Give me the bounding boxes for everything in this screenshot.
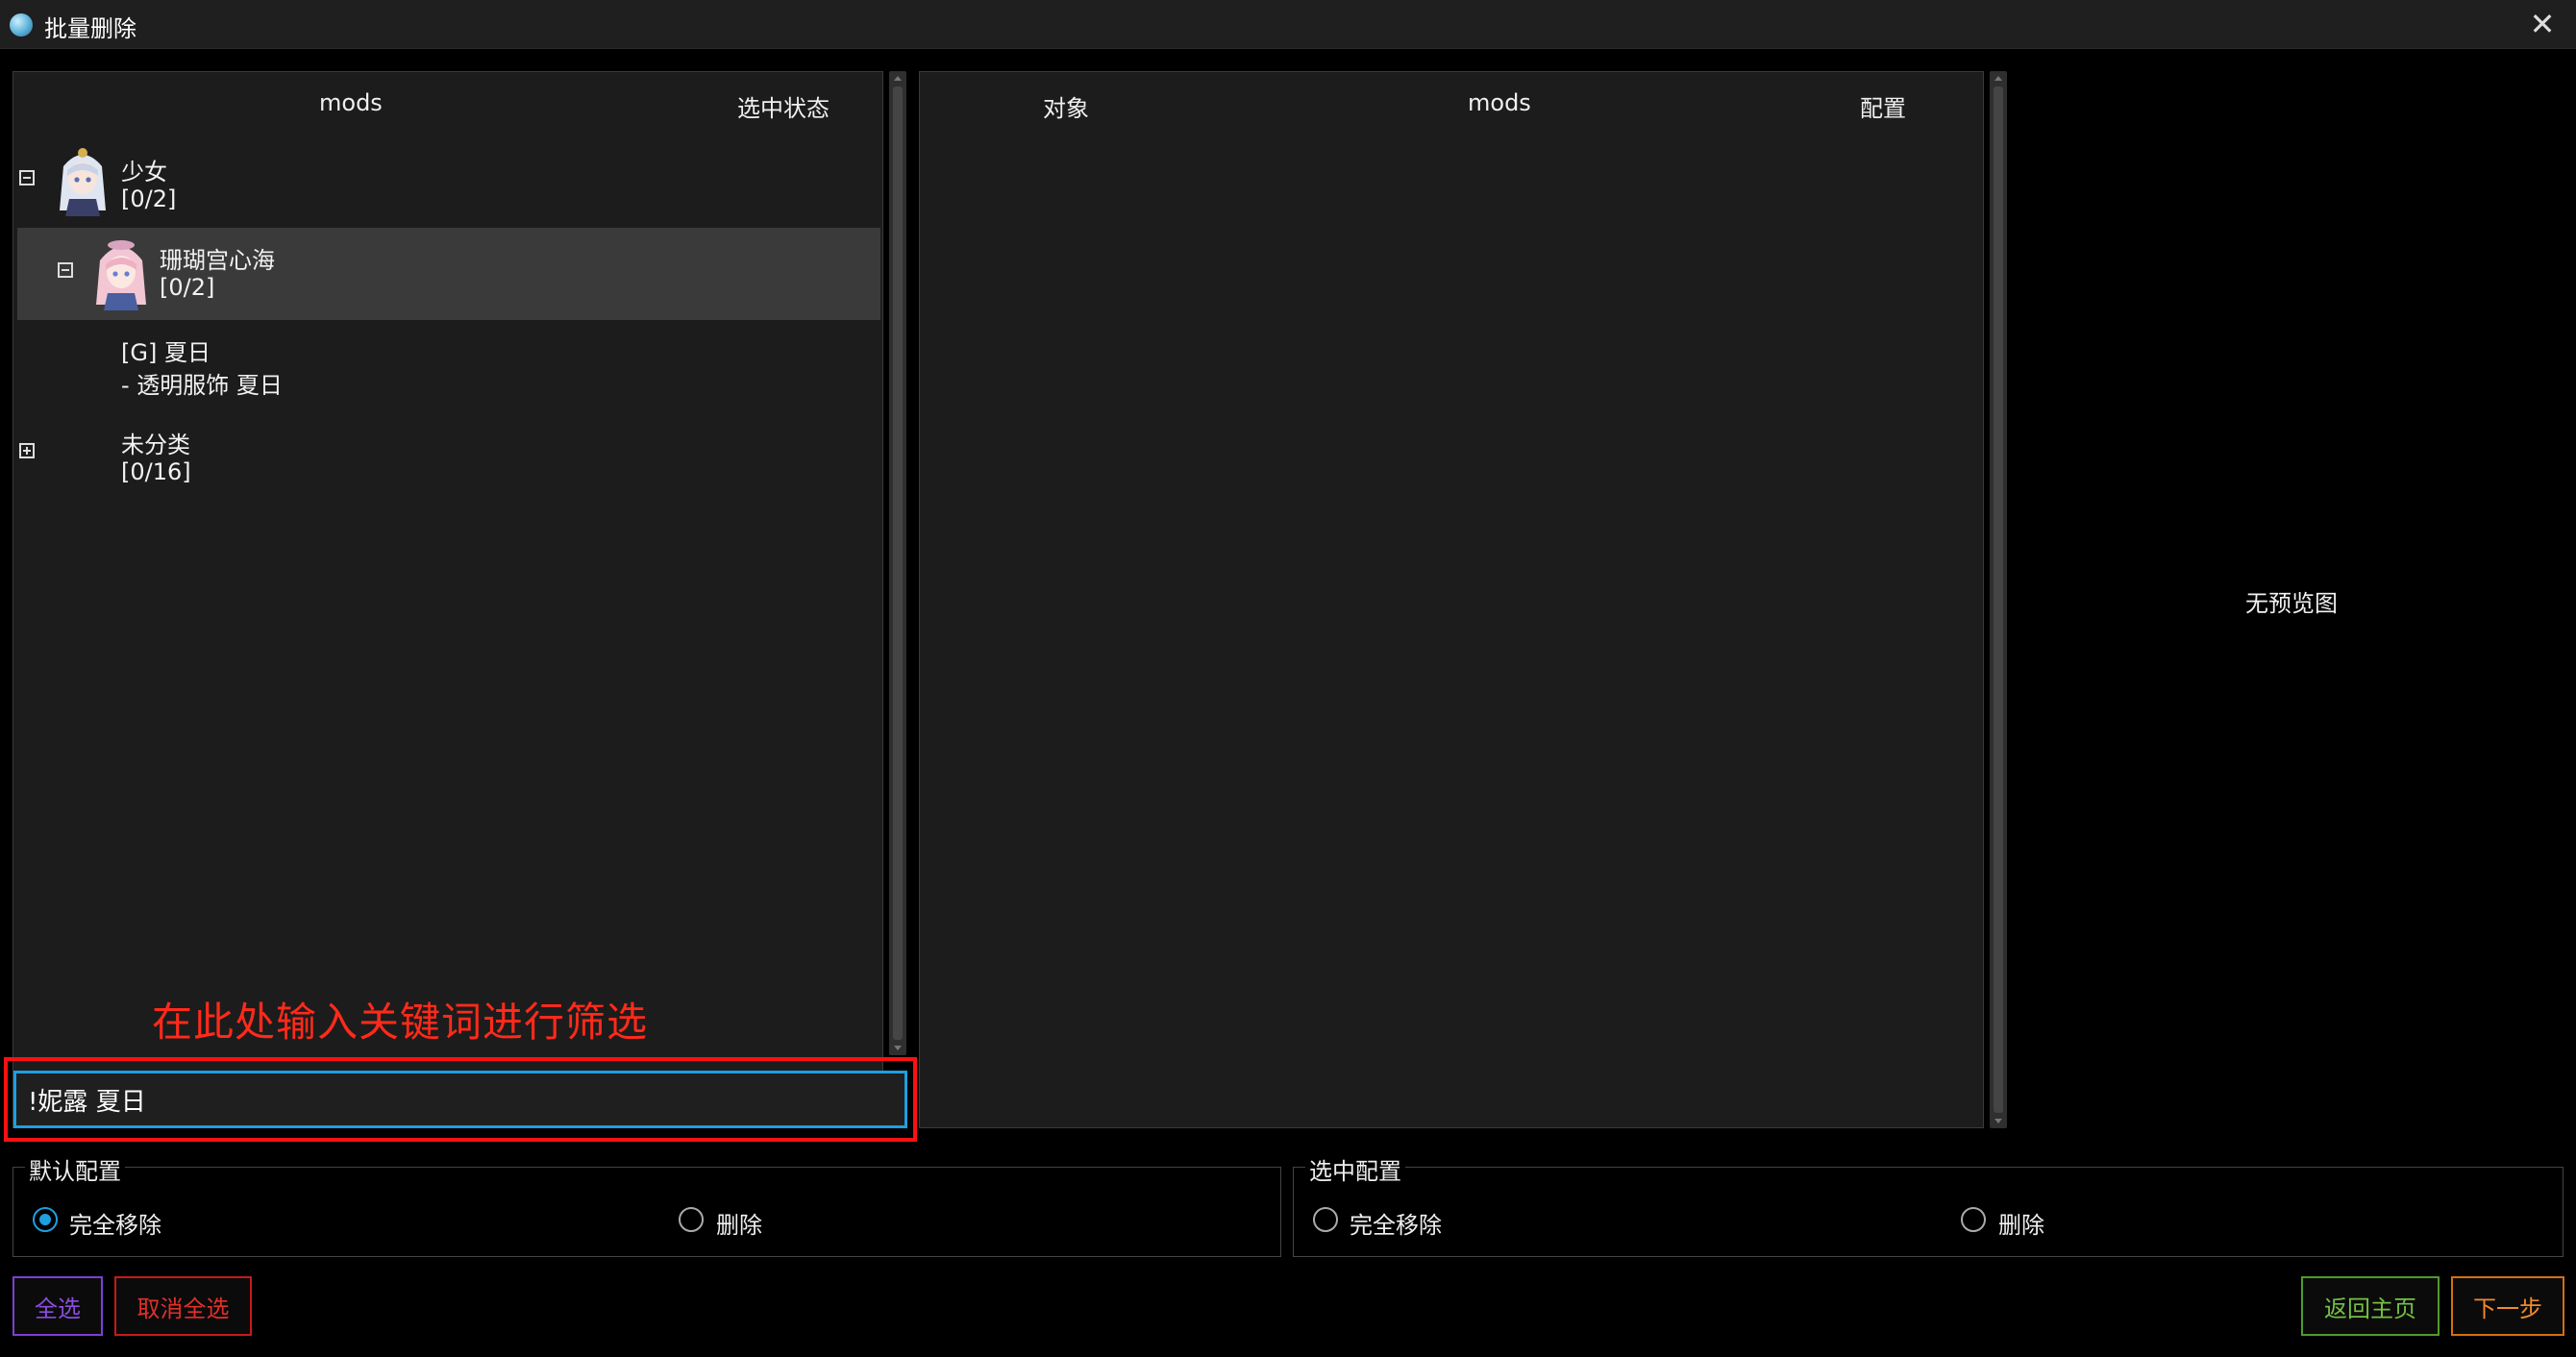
deselect-all-button[interactable]: 取消全选 [114,1276,252,1336]
tree-collapse-icon[interactable] [58,262,73,278]
selected-config-group: 选中配置 完全移除 删除 [1293,1152,2564,1257]
filter-input[interactable] [13,1071,907,1128]
radio-label[interactable]: 删除 [716,1206,762,1240]
select-all-button[interactable]: 全选 [12,1276,103,1336]
character-avatar-icon [60,148,106,216]
next-button[interactable]: 下一步 [2451,1276,2564,1336]
title-bar: 批量删除 ✕ [0,0,2576,49]
column-header-config[interactable]: 配置 [1860,89,1906,123]
tree-collapse-icon[interactable] [19,170,35,185]
row-name: 少女 [121,159,167,185]
filter-annotation: 在此处输入关键词进行筛选 [152,999,649,1046]
tree-row-shaonv[interactable]: 少女 [0/2] [13,136,882,228]
radio-default-full-remove[interactable] [33,1207,58,1232]
row-name: [G] 夏日 [121,339,211,366]
scroll-up-icon[interactable] [894,76,902,81]
radio-selected-delete[interactable] [1961,1207,1986,1232]
tree-row-uncategorized[interactable]: 未分类 [0/16] [13,412,882,505]
mods-tree-scrollbar[interactable] [889,71,906,1055]
radio-label[interactable]: 删除 [1998,1206,2044,1240]
selection-table-scrollbar[interactable] [1990,71,2007,1128]
column-header-selected-status[interactable]: 选中状态 [737,89,830,123]
app-logo-icon [10,13,33,37]
row-name: 未分类 [121,432,190,458]
preview-placeholder: 无预览图 [2245,590,2338,617]
row-status: - 透明服饰 夏日 [121,372,283,399]
row-status: [0/2] [160,274,215,301]
column-header-mods[interactable]: mods [319,89,383,116]
window-title: 批量删除 [44,15,136,42]
tree-row-mod-summer[interactable]: [G] 夏日 - 透明服饰 夏日 [13,320,882,412]
row-name: 珊瑚宫心海 [160,247,275,274]
close-icon[interactable]: ✕ [2509,0,2576,48]
scroll-up-icon[interactable] [1994,76,2002,81]
column-header-object[interactable]: 对象 [1043,89,1089,123]
character-avatar-icon [96,240,146,310]
radio-label[interactable]: 完全移除 [1350,1206,1442,1240]
row-status: [0/16] [121,458,191,485]
group-legend: 默认配置 [25,1152,125,1186]
scroll-down-icon[interactable] [894,1046,902,1050]
default-config-group: 默认配置 完全移除 删除 [12,1152,1281,1257]
column-header-mods[interactable]: mods [1468,89,1531,116]
back-home-button[interactable]: 返回主页 [2301,1276,2440,1336]
mods-tree-panel[interactable]: mods 选中状态 少女 [0/2] 珊瑚宫心海 [0/2] [G] 夏日 - … [12,71,883,1128]
row-status: [0/2] [121,185,177,212]
radio-selected-full-remove[interactable] [1313,1207,1338,1232]
radio-default-delete[interactable] [679,1207,704,1232]
radio-label[interactable]: 完全移除 [69,1206,161,1240]
tree-row-kokomi[interactable]: 珊瑚宫心海 [0/2] [17,228,880,320]
scroll-thumb[interactable] [1994,86,2003,1113]
scroll-down-icon[interactable] [1994,1119,2002,1123]
selection-table-panel[interactable]: 对象 mods 配置 [919,71,1984,1128]
scroll-thumb[interactable] [893,86,903,1040]
tree-expand-icon[interactable] [19,443,35,458]
group-legend: 选中配置 [1305,1152,1405,1186]
